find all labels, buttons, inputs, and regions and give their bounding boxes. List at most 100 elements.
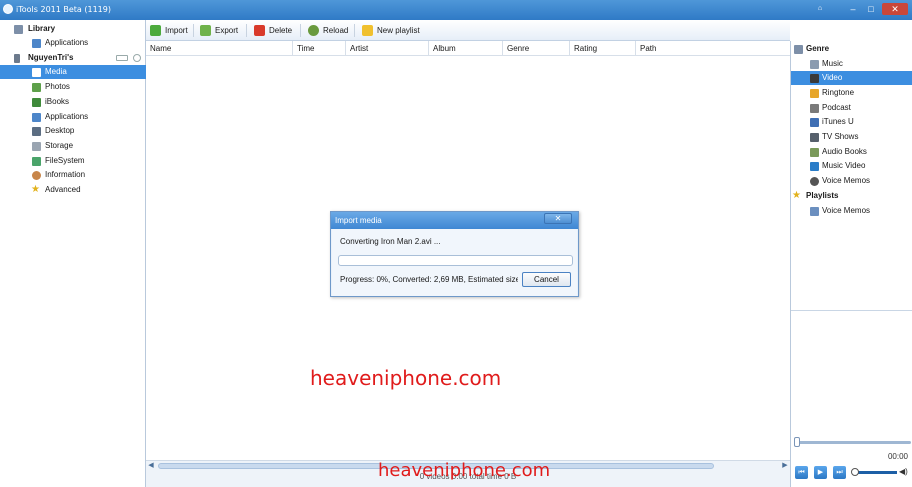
filesystem-icon (32, 157, 41, 166)
previous-button[interactable]: ⏮ (795, 466, 808, 479)
toolbar: Import Export Delete Reload New playlist (146, 20, 790, 41)
podcast-icon (810, 104, 819, 113)
sidebar-item-media[interactable]: Media (0, 65, 146, 79)
apps-icon (32, 39, 41, 48)
genre-item-video[interactable]: Video (791, 71, 912, 85)
play-button[interactable]: ▶ (814, 466, 827, 479)
sidebar-item-storage[interactable]: Storage (0, 139, 146, 153)
sidebar-item-filesystem[interactable]: FileSystem (0, 154, 146, 168)
import-label: Import (165, 26, 188, 35)
genre-item-podcast[interactable]: Podcast (791, 101, 912, 115)
sidebar-item-label: Information (45, 170, 86, 179)
sidebar-item-label: Media (45, 67, 67, 76)
star-icon: ★ (31, 184, 40, 195)
genre-item-label: TV Shows (822, 132, 859, 141)
audiobook-icon (810, 148, 819, 157)
column-header-album[interactable]: Album (429, 41, 503, 56)
genre-item-music[interactable]: Music (791, 57, 912, 71)
genre-item-label: Podcast (822, 103, 851, 112)
playlist-item-voice-memos[interactable]: Voice Memos (791, 204, 912, 218)
genre-node[interactable]: Genre (791, 42, 912, 56)
column-header-path[interactable]: Path (636, 41, 790, 56)
sidebar-item-advanced[interactable]: ★ Advanced (0, 183, 146, 197)
iphone-icon (14, 54, 20, 63)
delete-button[interactable]: Delete (254, 23, 292, 38)
library-node[interactable]: Library (0, 22, 146, 36)
photos-icon (32, 83, 41, 92)
export-button[interactable]: Export (200, 23, 238, 38)
info-icon (32, 171, 41, 180)
reload-button[interactable]: Reload (308, 23, 348, 38)
delete-label: Delete (269, 26, 293, 35)
column-header-genre[interactable]: Genre (503, 41, 570, 56)
toolbar-divider (354, 24, 355, 37)
column-header-name[interactable]: Name (146, 41, 293, 56)
sidebar-item-library-applications[interactable]: Applications (0, 36, 146, 50)
import-button[interactable]: Import (150, 23, 188, 38)
dialog-message: Converting Iron Man 2.avi ... (340, 237, 441, 246)
sidebar-item-information[interactable]: Information (0, 168, 146, 182)
sidebar: Library Applications NguyenTri's Media P… (0, 20, 146, 487)
genre-item-tv-shows[interactable]: TV Shows (791, 130, 912, 144)
genre-item-label: iTunes U (822, 117, 854, 126)
sidebar-item-photos[interactable]: Photos (0, 80, 146, 94)
table-header: Name Time Artist Album Genre Rating Path (146, 41, 790, 56)
import-media-dialog: Import media ✕ Converting Iron Man 2.avi… (330, 211, 579, 297)
genre-item-label: Video (822, 73, 843, 82)
mic-icon (810, 177, 819, 186)
dialog-close-button[interactable]: ✕ (544, 213, 572, 224)
library-icon (14, 25, 23, 34)
app-logo-icon (3, 4, 13, 14)
volume-slider[interactable] (857, 471, 897, 474)
apps-icon (32, 113, 41, 122)
import-icon (150, 25, 161, 36)
genre-item-music-video[interactable]: Music Video (791, 159, 912, 173)
video-icon (810, 74, 819, 83)
genre-item-itunes-u[interactable]: iTunes U (791, 115, 912, 129)
new-playlist-icon (362, 25, 373, 36)
genre-item-label: Music (822, 59, 843, 68)
genre-label: Genre (806, 44, 830, 53)
dialog-title: Import media (331, 212, 578, 229)
column-header-artist[interactable]: Artist (346, 41, 429, 56)
column-header-time[interactable]: Time (293, 41, 346, 56)
device-node[interactable]: NguyenTri's (0, 51, 146, 65)
genre-item-ringtone[interactable]: Ringtone (791, 86, 912, 100)
sidebar-item-applications[interactable]: Applications (0, 110, 146, 124)
genre-item-audio-books[interactable]: Audio Books (791, 145, 912, 159)
playlists-label: Playlists (806, 191, 839, 200)
column-header-rating[interactable]: Rating (570, 41, 636, 56)
maximize-button[interactable]: □ (864, 3, 878, 15)
genre-item-label: Ringtone (822, 88, 855, 97)
sidebar-item-ibooks[interactable]: iBooks (0, 95, 146, 109)
delete-icon (254, 25, 265, 36)
speaker-icon[interactable]: ◀) (899, 467, 911, 477)
sidebar-item-label: FileSystem (45, 156, 85, 165)
sidebar-item-label: Desktop (45, 126, 75, 135)
progress-text: Progress: 0%, Converted: 2,69 MB, Estima… (340, 275, 518, 284)
watermark-text: heaveniphone.com (310, 366, 502, 390)
device-label: NguyenTri's (28, 53, 74, 62)
genre-item-label: Audio Books (822, 147, 867, 156)
cancel-button[interactable]: Cancel (522, 272, 571, 287)
eject-icon[interactable] (133, 54, 141, 62)
toolbar-divider (193, 24, 194, 37)
title-bar: iTools 2011 Beta (1119) ⌂ – □ ✕ (0, 0, 912, 20)
minimize-button[interactable]: – (846, 3, 860, 15)
seek-handle[interactable] (794, 437, 800, 447)
new-playlist-button[interactable]: New playlist (362, 23, 420, 38)
toolbar-divider (300, 24, 301, 37)
sidebar-item-desktop[interactable]: Desktop (0, 124, 146, 138)
genre-item-voice-memos[interactable]: Voice Memos (791, 174, 912, 188)
sidebar-item-label: Applications (45, 112, 89, 121)
volume-handle[interactable] (851, 468, 859, 476)
next-button[interactable]: ⏭ (833, 466, 846, 479)
time-readout: 00:00 (887, 452, 908, 461)
seek-bar[interactable] (797, 441, 911, 444)
export-label: Export (215, 26, 239, 35)
playlist-item-label: Voice Memos (822, 206, 871, 215)
close-button[interactable]: ✕ (882, 3, 908, 15)
ringtone-icon (810, 89, 819, 98)
playlists-node[interactable]: ★ Playlists (791, 189, 912, 203)
skin-icon[interactable]: ⌂ (810, 3, 830, 15)
